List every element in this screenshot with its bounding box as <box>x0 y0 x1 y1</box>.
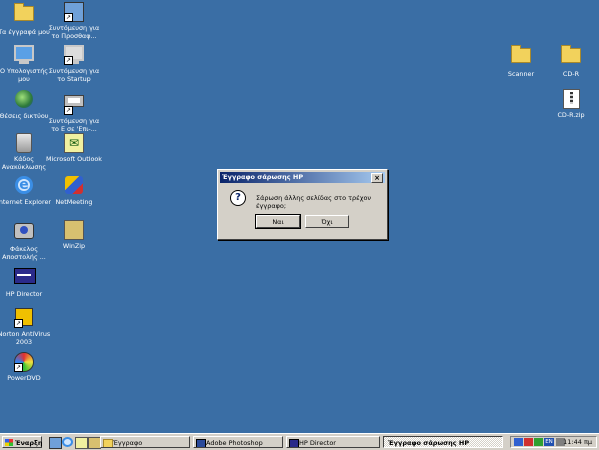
question-icon: ? <box>230 190 246 206</box>
no-button[interactable]: Όχι <box>305 215 349 228</box>
norton-antivirus-icon: ↗ <box>14 308 34 328</box>
start-label: Έναρξη <box>15 439 43 447</box>
hp-director-icon <box>14 268 36 288</box>
recycle-bin-icon <box>14 133 34 153</box>
network-places-icon <box>14 90 34 110</box>
desktop-icon-label: PowerDVD <box>7 374 41 382</box>
outlook-quicklaunch-icon[interactable] <box>75 437 88 449</box>
dialog-close-button[interactable]: × <box>371 173 383 183</box>
desktop-icon-label: CD-R.zip <box>557 111 585 119</box>
language-indicator[interactable]: EN <box>544 438 554 446</box>
my-documents-icon <box>14 3 34 26</box>
desktop-icon-label: Norton AntiVirus 2003 <box>0 330 51 346</box>
desktop-icon-powerdvd[interactable]: ↗ PowerDVD <box>0 352 52 382</box>
tray-app-icon[interactable] <box>514 438 523 446</box>
desktop[interactable]: Τα έγγραφά μου ↗ Συντόμευση για το Προσθ… <box>0 0 599 433</box>
system-tray: EN 11:44 πμ <box>510 436 597 448</box>
desktop-icon-norton-antivirus[interactable]: ↗ Norton AntiVirus 2003 <box>0 306 52 346</box>
folder-icon <box>561 45 581 68</box>
add-remove-programs-shortcut-icon: ↗ <box>64 2 84 22</box>
folder-icon <box>511 45 531 68</box>
desktop-icon-recycle-bin[interactable]: Κάδος Ανακύκλωσης <box>0 133 52 171</box>
show-desktop-icon[interactable] <box>49 437 62 449</box>
desktop-icon-scanner-folder[interactable]: Scanner <box>493 44 549 78</box>
desktop-icon-my-computer[interactable]: Ο Υπολογιστής μου <box>0 45 52 83</box>
powerdvd-icon: ↗ <box>14 352 34 372</box>
taskbar-button-scan-dialog[interactable]: Έγγραφο σάρωσης HP <box>383 436 503 448</box>
taskbar-button-label: Adobe Photoshop <box>206 439 263 447</box>
desktop-icon-internet-explorer[interactable]: e Internet Explorer <box>0 176 52 206</box>
zip-file-icon <box>561 89 581 109</box>
desktop-icon-cd-r-zip[interactable]: CD-R.zip <box>543 89 599 119</box>
desktop-icon-label: NetMeeting <box>55 198 93 206</box>
windows-logo-icon <box>5 439 13 446</box>
tray-security-icon[interactable] <box>524 438 533 446</box>
outlook-icon: ✉ <box>64 133 84 153</box>
desktop-icon-label: Συντόμευση για το Startup <box>48 67 100 83</box>
scan-dialog: Έγγραφο σάρωσης HP × ? Σάρωση άλλης σελί… <box>217 169 388 240</box>
yes-button[interactable]: Ναι <box>255 214 301 229</box>
tray-network-icon[interactable] <box>534 438 543 446</box>
desktop-icon-label: WinZip <box>62 242 86 250</box>
internet-explorer-quicklaunch-icon[interactable] <box>62 437 73 447</box>
desktop-icon-startup-shortcut[interactable]: ↗ Συντόμευση για το Startup <box>46 45 102 83</box>
taskbar: Έναρξη Έγγραφο Adobe Photoshop HP Direct… <box>0 433 599 450</box>
desktop-icon-label: Τα έγγραφά μου <box>0 28 50 36</box>
dialog-title: Έγγραφο σάρωσης HP <box>222 173 304 181</box>
internet-explorer-icon: e <box>14 176 34 196</box>
hp-director-icon <box>289 439 299 447</box>
my-computer-icon <box>14 45 34 65</box>
desktop-icon-label: Internet Explorer <box>0 198 51 206</box>
desktop-icon-label: Φάκελος Αποστολής ... <box>2 245 46 261</box>
desktop-icon-label: Scanner <box>507 70 535 78</box>
desktop-icon-label: Συντόμευση για το E σε 'Επι-... <box>48 117 100 133</box>
taskbar-button-label: Έγγραφο <box>113 439 143 447</box>
desktop-icon-cd-r-folder[interactable]: CD-R <box>543 44 599 78</box>
desktop-icon-label: CD-R <box>562 70 580 78</box>
desktop-icon-network-places[interactable]: Θέσεις δικτύου <box>0 90 52 120</box>
startup-shortcut-icon: ↗ <box>64 45 84 65</box>
desktop-icon-outlook[interactable]: ✉ Microsoft Outlook <box>46 133 102 163</box>
taskbar-button-label: HP Director <box>299 439 336 447</box>
desktop-icon-drive-e-shortcut[interactable]: ↗ Συντόμευση για το E σε 'Επι-... <box>46 90 102 133</box>
desktop-icon-netmeeting[interactable]: NetMeeting <box>46 176 102 206</box>
folder-icon <box>103 439 113 447</box>
taskbar-button-photoshop[interactable]: Adobe Photoshop <box>193 436 283 448</box>
drive-e-shortcut-icon: ↗ <box>64 95 84 115</box>
dialog-titlebar[interactable]: Έγγραφο σάρωσης HP × <box>220 172 385 183</box>
desktop-icon-label: Ο Υπολογιστής μου <box>0 67 49 83</box>
taskbar-button-documents[interactable]: Έγγραφο <box>100 436 190 448</box>
desktop-icon-label: Θέσεις δικτύου <box>0 112 49 120</box>
taskbar-button-label: Έγγραφο σάρωσης HP <box>388 439 470 447</box>
send-folder-icon <box>14 223 34 243</box>
clock[interactable]: 11:44 πμ <box>563 437 592 447</box>
desktop-icon-winzip[interactable]: WinZip <box>46 220 102 250</box>
desktop-icon-label: Microsoft Outlook <box>46 155 102 163</box>
desktop-icon-label: Συντόμευση για το Προσθαφ... <box>48 24 100 40</box>
photoshop-icon <box>196 439 206 447</box>
desktop-icon-send-folder[interactable]: Φάκελος Αποστολής ... <box>0 220 52 261</box>
desktop-icon-add-remove-shortcut[interactable]: ↗ Συντόμευση για το Προσθαφ... <box>46 2 102 40</box>
desktop-icon-my-documents[interactable]: Τα έγγραφά μου <box>0 2 52 36</box>
desktop-icon-hp-director[interactable]: HP Director <box>0 265 52 298</box>
taskbar-button-hp-director[interactable]: HP Director <box>286 436 380 448</box>
start-button[interactable]: Έναρξη <box>2 436 43 448</box>
winzip-icon <box>64 220 84 240</box>
desktop-icon-label: HP Director <box>5 290 43 298</box>
dialog-message: Σάρωση άλλης σελίδας στο τρέχον έγγραφο; <box>256 194 372 210</box>
desktop-icon-label: Κάδος Ανακύκλωσης <box>1 155 47 171</box>
netmeeting-icon <box>64 176 84 196</box>
